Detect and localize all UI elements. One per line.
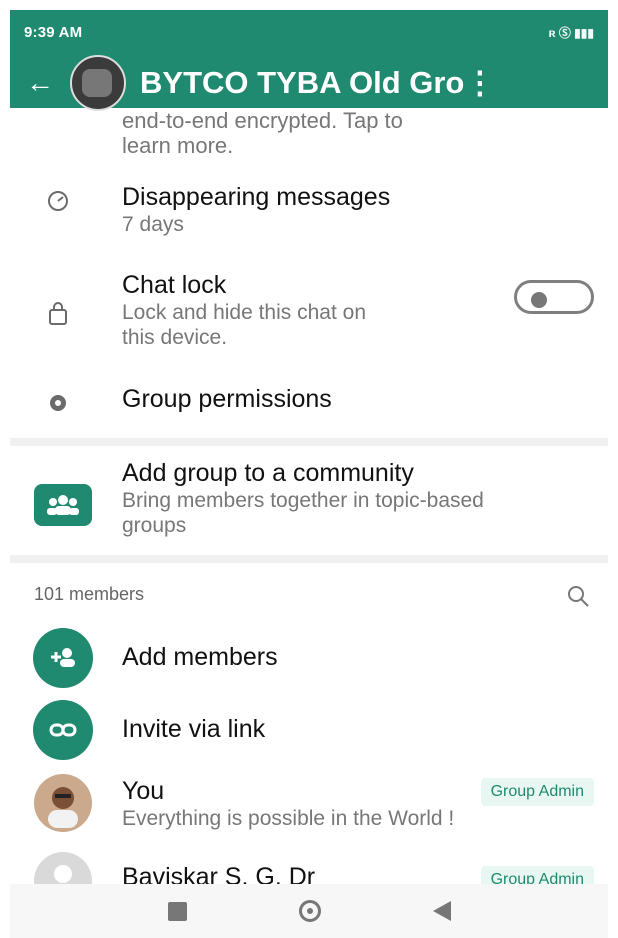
- add-person-icon: [33, 628, 93, 688]
- invite-link-label: Invite via link: [122, 715, 266, 743]
- encryption-text-line-1: end-to-end encrypted. Tap to: [122, 108, 403, 133]
- search-icon[interactable]: [566, 584, 590, 613]
- back-arrow-icon[interactable]: ←: [10, 69, 70, 97]
- toggle-knob: [531, 292, 547, 308]
- invite-link-row[interactable]: Invite via link: [10, 700, 608, 762]
- gear-icon: [38, 390, 78, 421]
- status-time: 9:39 AM: [24, 24, 83, 41]
- community-title: Add group to a community: [122, 459, 414, 487]
- disappearing-messages-row[interactable]: Disappearing messages 7 days: [10, 182, 608, 250]
- encryption-notice[interactable]: end-to-end encrypted. Tap to learn more.: [10, 108, 608, 166]
- community-subtitle-line-1: Bring members together in topic-based: [122, 489, 484, 512]
- group-permissions-row[interactable]: Group permissions: [10, 384, 608, 428]
- members-count: 101 members: [34, 584, 145, 604]
- disappearing-messages-value: 7 days: [122, 213, 184, 236]
- app-bar: ← BYTCO TYBA Old Gro⋮: [10, 55, 608, 111]
- avatar: [34, 774, 92, 832]
- app-window: 9:39 AM ʀ Ⓢ ▮▮▮ ← BYTCO TYBA Old Gro⋮ en…: [10, 10, 608, 938]
- community-subtitle-line-2: groups: [122, 514, 187, 537]
- group-avatar[interactable]: [70, 55, 126, 111]
- members-header: 101 members: [10, 582, 608, 614]
- group-title[interactable]: BYTCO TYBA Old Gro⋮: [140, 65, 570, 101]
- chat-lock-row[interactable]: Chat lock Lock and hide this chat on thi…: [10, 270, 608, 360]
- recent-apps-icon[interactable]: [167, 901, 187, 921]
- encryption-text-line-2: learn more.: [122, 133, 234, 158]
- section-divider-2: [10, 555, 608, 563]
- member-row[interactable]: You Everything is possible in the World …: [10, 774, 608, 844]
- add-members-row[interactable]: Add members: [10, 628, 608, 690]
- home-icon[interactable]: [298, 900, 321, 922]
- link-icon: [33, 700, 93, 760]
- section-divider-1: [10, 438, 608, 446]
- member-status: Everything is possible in the World !: [122, 807, 455, 830]
- header: 9:39 AM ʀ Ⓢ ▮▮▮ ← BYTCO TYBA Old Gro⋮: [10, 10, 608, 111]
- chat-lock-title: Chat lock: [122, 271, 227, 299]
- lock-icon: [38, 300, 78, 331]
- chat-lock-subtitle-line-2: this device.: [122, 326, 228, 349]
- status-icons: ʀ Ⓢ ▮▮▮: [548, 26, 594, 40]
- chat-lock-toggle[interactable]: [514, 280, 594, 314]
- community-row[interactable]: Add group to a community Bring members t…: [10, 458, 608, 548]
- add-members-label: Add members: [122, 643, 278, 671]
- back-nav-icon[interactable]: [432, 901, 451, 921]
- group-admin-badge: Group Admin: [480, 778, 594, 806]
- community-icon: [34, 484, 92, 526]
- timer-icon: [38, 188, 78, 219]
- disappearing-messages-title: Disappearing messages: [122, 183, 391, 211]
- group-permissions-title: Group permissions: [122, 385, 332, 413]
- chat-lock-subtitle-line-1: Lock and hide this chat on: [122, 301, 367, 324]
- system-navigation-bar: [10, 884, 608, 938]
